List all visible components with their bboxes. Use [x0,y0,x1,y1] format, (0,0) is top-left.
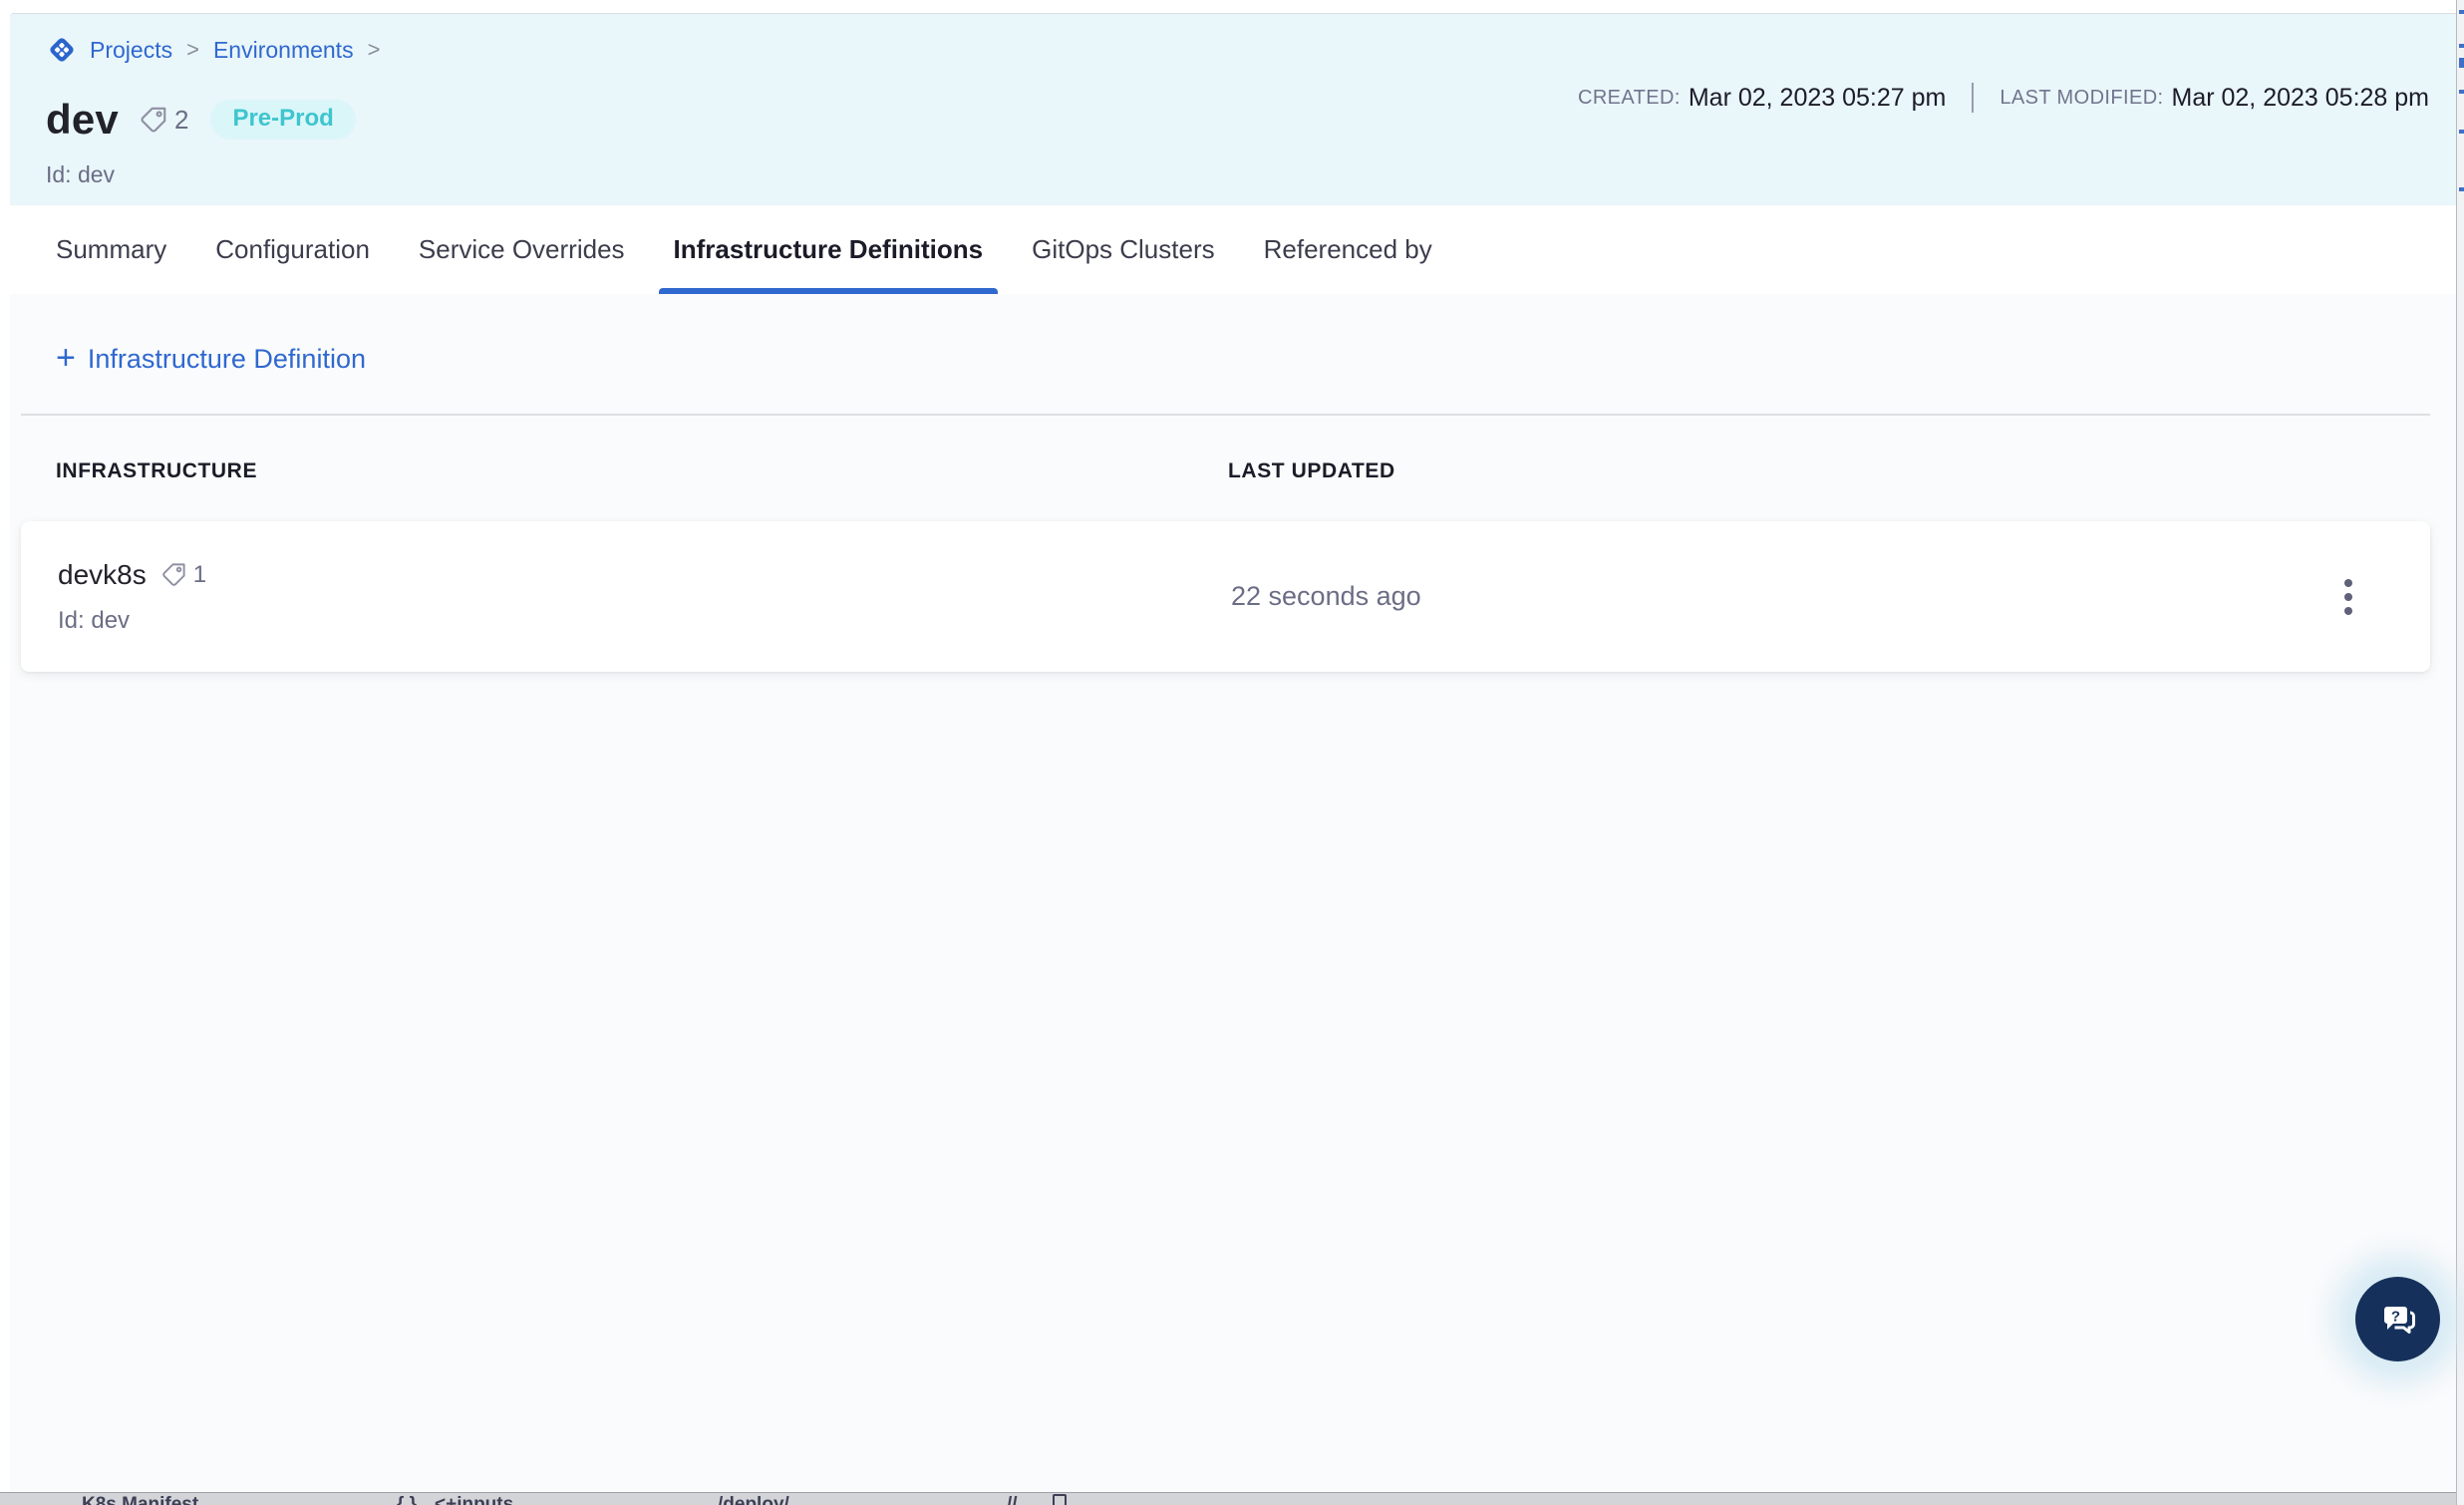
tab[interactable]: Infrastructure Definitions [674,205,984,294]
environment-id: Id: dev [46,161,2456,188]
chevron-right-icon: > [366,37,383,63]
infrastructure-cell: devk8s 1 Id: de [58,559,1231,635]
document-icon [1053,1494,1067,1505]
tab-label: Infrastructure Definitions [674,234,984,265]
tag-count: 2 [174,105,188,136]
tags-indicator[interactable]: 1 [160,561,206,589]
table-row[interactable]: devk8s 1 Id: de [21,521,2430,672]
background-window-strip: K8s Manifest { } <+inputs /deploy/ // [0,1492,2464,1505]
last-modified-label: LAST MODIFIED: [2000,87,2163,110]
tab-label: Referenced by [1264,234,1432,265]
tab[interactable]: Configuration [215,205,370,294]
tag-icon [160,561,187,588]
breadcrumb: Projects > Environments > [46,34,2456,66]
background-window-edge [2456,0,2464,1505]
table-body: devk8s 1 Id: de [10,521,2456,672]
project-diamond-icon [46,34,78,66]
background-text: /deploy/ [718,1494,789,1505]
tab-label: Service Overrides [419,234,625,265]
created-value: Mar 02, 2023 05:27 pm [1689,84,1947,113]
tag-count: 1 [193,561,206,589]
environment-header: Projects > Environments > dev 2 Pre-Prod… [10,14,2456,205]
infrastructure-definitions-panel: + Infrastructure Definition INFRASTRUCTU… [10,294,2456,672]
page-title: dev [46,96,119,144]
breadcrumb-environments-link[interactable]: Environments [213,37,354,64]
tag-icon [139,105,168,135]
tab[interactable]: Referenced by [1264,205,1432,294]
braces-icon: { } [397,1494,417,1505]
plus-icon: + [56,341,76,375]
infrastructure-name[interactable]: devk8s [58,559,147,591]
column-infrastructure: INFRASTRUCTURE [56,459,1228,483]
created-label: CREATED: [1578,87,1681,110]
infrastructure-id: Id: dev [58,607,1231,635]
tab-bar: Summary Configuration Service Overrides … [10,205,2456,294]
table-header: INFRASTRUCTURE LAST UPDATED [10,416,2456,483]
tab-label: Configuration [215,234,370,265]
breadcrumb-projects-link[interactable]: Projects [90,37,172,64]
tab[interactable]: Service Overrides [419,205,625,294]
environment-details-page: Projects > Environments > dev 2 Pre-Prod… [10,13,2456,1492]
help-resource-center-button[interactable]: ? [2355,1277,2440,1361]
row-options-menu-button[interactable] [2328,567,2368,627]
tab[interactable]: Summary [56,205,166,294]
last-modified-value: Mar 02, 2023 05:28 pm [2172,84,2430,113]
timestamps: CREATED: Mar 02, 2023 05:27 pm LAST MODI… [1578,82,2429,114]
environment-type-badge: Pre-Prod [210,100,355,140]
divider [1972,83,1974,113]
add-infrastructure-definition-label: Infrastructure Definition [88,344,366,375]
background-text: // [1007,1494,1018,1505]
tab[interactable]: GitOps Clusters [1032,205,1215,294]
chat-question-icon: ? [2374,1296,2422,1344]
chevron-right-icon: > [184,37,201,63]
background-text: <+inputs [435,1494,513,1505]
tab-label: GitOps Clusters [1032,234,1215,265]
last-updated-cell: 22 seconds ago [1231,581,2328,612]
tab-label: Summary [56,234,166,265]
column-last-updated: LAST UPDATED [1228,459,1395,483]
tags-indicator[interactable]: 2 [139,105,188,136]
svg-text:?: ? [2390,1308,2399,1325]
background-text: K8s Manifest [82,1494,198,1505]
add-infrastructure-definition-button[interactable]: + Infrastructure Definition [56,342,366,376]
